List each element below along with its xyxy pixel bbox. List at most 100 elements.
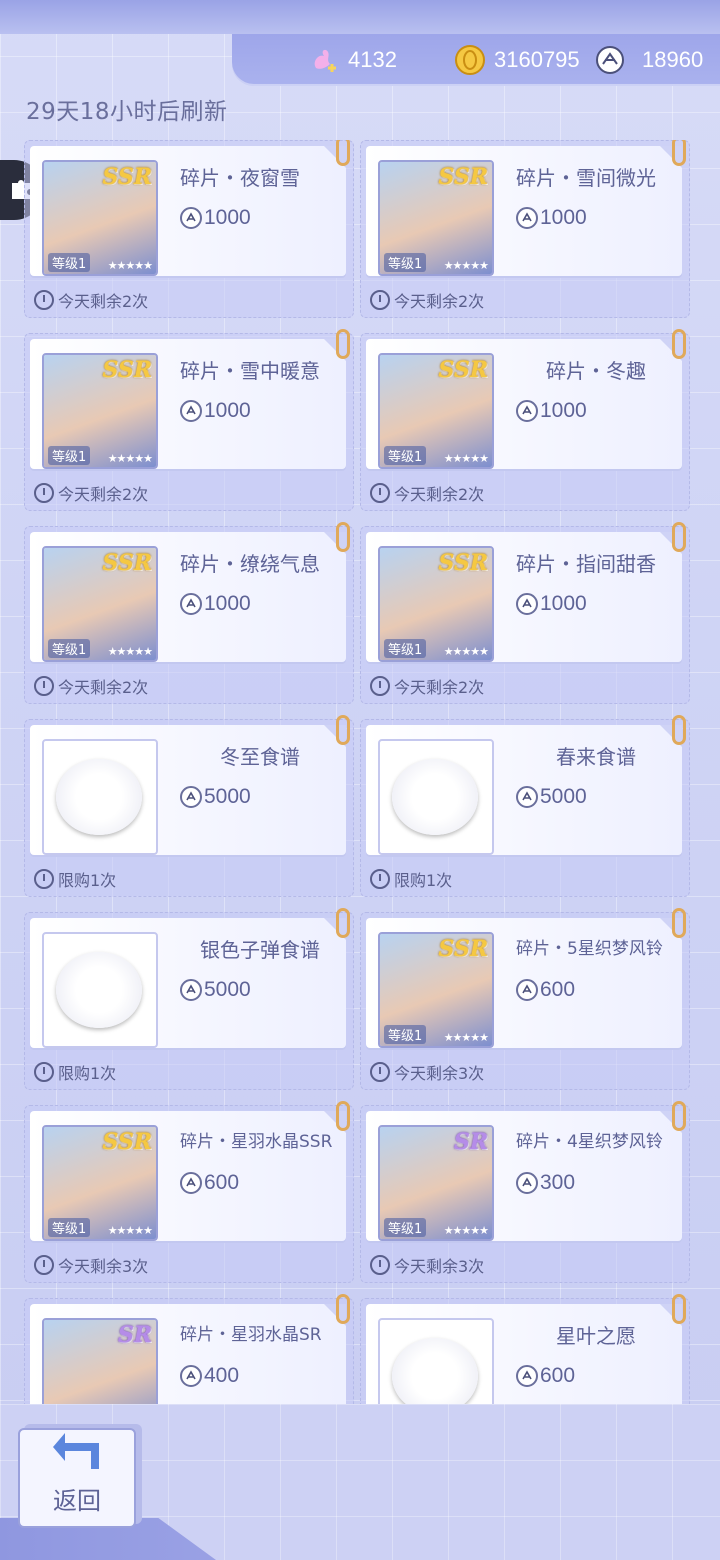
rarity-badge: SSR <box>438 936 488 962</box>
silver-coin-icon <box>516 1365 538 1387</box>
purchase-limit: 今天剩余3次 <box>370 1060 484 1084</box>
item-image <box>392 759 478 835</box>
level-label: 等级1 <box>384 1025 427 1044</box>
shop-item-card[interactable]: 冬至食谱 5000 限购1次 <box>24 715 354 897</box>
item-price: 300 <box>516 1171 575 1195</box>
item-thumbnail[interactable]: SSR 等级1 ★★★★★ <box>42 353 158 469</box>
item-price: 1000 <box>516 399 587 423</box>
shop-item-card[interactable]: 银色子弹食谱 5000 限购1次 <box>24 908 354 1090</box>
item-name: 春来食谱 <box>556 745 636 769</box>
shop-item-card[interactable]: SSR 等级1 ★★★★★ 碎片・冬趣 1000 今天剩余2次 <box>360 329 690 511</box>
shop-item-card[interactable]: SSR 等级1 ★★★★★ 碎片・5星织梦风铃 600 今天剩余3次 <box>360 908 690 1090</box>
item-thumbnail[interactable]: SSR 等级1 ★★★★★ <box>378 546 494 662</box>
shop-item-card[interactable]: 星叶之愿 600 <box>360 1294 690 1405</box>
silver-coin-icon <box>180 979 202 1001</box>
clock-icon <box>34 1062 54 1082</box>
silver-coin-icon <box>516 593 538 615</box>
item-price: 1000 <box>516 592 587 616</box>
price-value: 600 <box>540 1364 576 1387</box>
item-price: 1000 <box>516 206 587 230</box>
shop-item-card[interactable]: SSR 等级1 ★★★★★ 碎片・星羽水晶SSR 600 今天剩余3次 <box>24 1101 354 1283</box>
star-rating-icon: ★★★★★ <box>443 452 489 465</box>
limit-text: 今天剩余3次 <box>394 1064 485 1083</box>
price-value: 1000 <box>540 206 587 229</box>
level-label: 等级1 <box>384 253 427 272</box>
price-value: 1000 <box>204 592 251 615</box>
item-thumbnail[interactable]: SR 等级1 ★★★★★ <box>378 1125 494 1241</box>
purchase-limit: 今天剩余2次 <box>370 481 484 505</box>
silver-coin-icon <box>516 207 538 229</box>
item-price: 600 <box>516 978 575 1002</box>
price-value: 5000 <box>204 978 251 1001</box>
rarity-badge: SR <box>453 1129 488 1155</box>
shop-item-card[interactable]: SSR 等级1 ★★★★★ 碎片・夜窗雪 1000 今天剩余2次 <box>24 140 354 318</box>
shop-item-card[interactable]: 春来食谱 5000 限购1次 <box>360 715 690 897</box>
silver-coin-icon <box>594 44 626 76</box>
silver-coin-icon <box>180 786 202 808</box>
item-thumbnail[interactable]: SSR 等级1 ★★★★★ <box>378 353 494 469</box>
item-price: 5000 <box>180 785 251 809</box>
item-thumbnail[interactable]: SSR 等级1 ★★★★★ <box>42 160 158 276</box>
limit-text: 今天剩余2次 <box>394 292 485 311</box>
limit-text: 今天剩余2次 <box>58 485 149 504</box>
item-thumbnail[interactable]: SSR 等级1 ★★★★★ <box>42 546 158 662</box>
price-value: 1000 <box>204 399 251 422</box>
limit-text: 今天剩余2次 <box>394 678 485 697</box>
clock-icon <box>370 290 390 310</box>
shop-item-card[interactable]: SSR 等级1 ★★★★★ 碎片・雪间微光 1000 今天剩余2次 <box>360 140 690 318</box>
top-strip <box>0 0 720 34</box>
item-thumbnail[interactable] <box>42 932 158 1048</box>
item-name: 碎片・雪中暖意 <box>180 359 320 383</box>
currency-silver[interactable]: 18960 <box>594 44 703 76</box>
shop-item-card[interactable]: SR 碎片・星羽水晶SR 400 <box>24 1294 354 1405</box>
level-label: 等级1 <box>48 639 91 658</box>
currency-value: 4132 <box>348 47 397 72</box>
limit-text: 限购1次 <box>58 1064 117 1083</box>
item-thumbnail[interactable]: SSR 等级1 ★★★★★ <box>378 932 494 1048</box>
purchase-limit: 限购1次 <box>370 867 452 891</box>
back-button[interactable]: 返回 <box>18 1428 136 1528</box>
item-price: 600 <box>516 1364 575 1388</box>
rarity-badge: SSR <box>102 1129 152 1155</box>
clock-icon <box>370 1255 390 1275</box>
limit-text: 今天剩余2次 <box>394 485 485 504</box>
item-name: 银色子弹食谱 <box>200 938 320 962</box>
item-name: 碎片・5星织梦风铃 <box>516 939 663 959</box>
currency-swan[interactable]: 4132 <box>308 44 397 76</box>
item-price: 1000 <box>180 399 251 423</box>
shop-grid: SSR 等级1 ★★★★★ 碎片・夜窗雪 1000 今天剩余2次 SSR 等级1… <box>24 140 696 1405</box>
item-price: 400 <box>180 1364 239 1388</box>
item-thumbnail[interactable]: SSR 等级1 ★★★★★ <box>42 1125 158 1241</box>
shop-item-card[interactable]: SSR 等级1 ★★★★★ 碎片・缭绕气息 1000 今天剩余2次 <box>24 522 354 704</box>
rarity-badge: SSR <box>438 164 488 190</box>
silver-coin-icon <box>180 207 202 229</box>
item-thumbnail[interactable] <box>378 1318 494 1405</box>
item-thumbnail[interactable] <box>378 739 494 855</box>
shop-item-card[interactable]: SSR 等级1 ★★★★★ 碎片・雪中暖意 1000 今天剩余2次 <box>24 329 354 511</box>
currency-gold[interactable]: 3160795 <box>454 44 580 76</box>
item-thumbnail[interactable]: SR <box>42 1318 158 1405</box>
item-name: 星叶之愿 <box>556 1324 636 1348</box>
star-rating-icon: ★★★★★ <box>443 259 489 272</box>
price-value: 1000 <box>204 206 251 229</box>
level-label: 等级1 <box>48 446 91 465</box>
level-label: 等级1 <box>384 1218 427 1237</box>
silver-coin-icon <box>516 979 538 1001</box>
limit-text: 限购1次 <box>58 871 117 890</box>
item-thumbnail[interactable]: SSR 等级1 ★★★★★ <box>378 160 494 276</box>
star-rating-icon: ★★★★★ <box>107 1224 153 1237</box>
rarity-badge: SSR <box>438 550 488 576</box>
limit-text: 今天剩余3次 <box>58 1257 149 1276</box>
item-thumbnail[interactable] <box>42 739 158 855</box>
shop-item-card[interactable]: SSR 等级1 ★★★★★ 碎片・指间甜香 1000 今天剩余2次 <box>360 522 690 704</box>
shop-item-card[interactable]: SR 等级1 ★★★★★ 碎片・4星织梦风铃 300 今天剩余3次 <box>360 1101 690 1283</box>
rarity-badge: SSR <box>102 357 152 383</box>
clock-icon <box>34 869 54 889</box>
item-name: 碎片・4星织梦风铃 <box>516 1132 663 1152</box>
swan-plus-icon <box>308 44 340 76</box>
clock-icon <box>370 676 390 696</box>
silver-coin-icon <box>180 1172 202 1194</box>
back-arrow-icon <box>51 1433 103 1477</box>
limit-text: 今天剩余3次 <box>394 1257 485 1276</box>
clock-icon <box>370 483 390 503</box>
